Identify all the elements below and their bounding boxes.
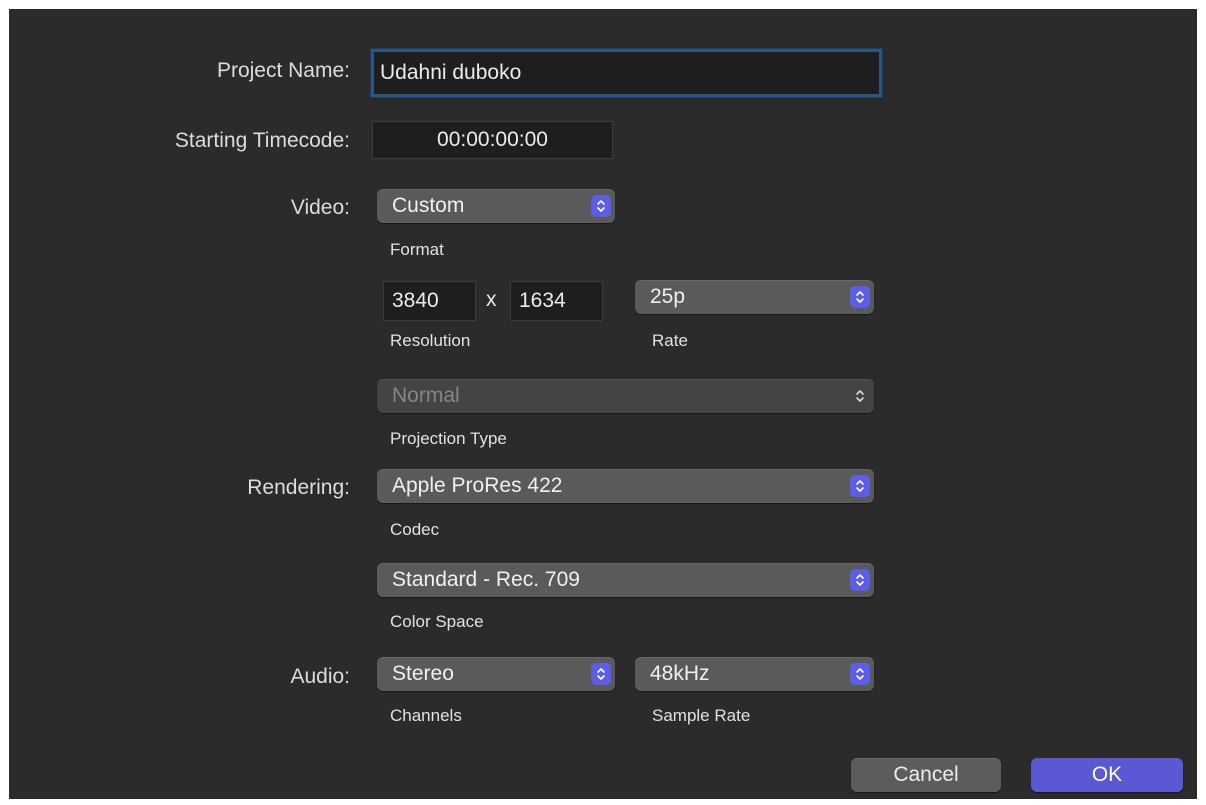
audio-label: Audio: xyxy=(290,665,350,688)
projection-type-popup[interactable]: Normal xyxy=(377,379,874,413)
sample-rate-value: 48kHz xyxy=(650,662,710,685)
project-name-label: Project Name: xyxy=(216,59,350,82)
project-name-value: Udahni duboko xyxy=(380,61,522,84)
codec-value: Apple ProRes 422 xyxy=(392,474,563,497)
rate-caption: Rate xyxy=(652,331,688,350)
channels-caption: Channels xyxy=(390,706,462,725)
rate-value: 25p xyxy=(650,285,686,308)
sample-rate-popup[interactable]: 48kHz xyxy=(635,657,874,691)
cancel-button[interactable]: Cancel xyxy=(851,758,1001,792)
starting-timecode-field[interactable]: 00:00:00:00 xyxy=(372,121,613,159)
updown-chevron-icon xyxy=(591,195,611,217)
channels-value: Stereo xyxy=(392,662,454,685)
updown-chevron-icon xyxy=(850,385,870,407)
updown-chevron-icon xyxy=(850,286,870,308)
resolution-height-value: 1634 xyxy=(519,289,566,312)
resolution-width-value: 3840 xyxy=(392,289,439,312)
rendering-label: Rendering: xyxy=(247,476,350,499)
sample-rate-caption: Sample Rate xyxy=(652,706,751,725)
updown-chevron-icon xyxy=(850,663,870,685)
projection-type-value: Normal xyxy=(392,384,460,407)
resolution-separator: x xyxy=(486,288,497,311)
updown-chevron-icon xyxy=(591,663,611,685)
rate-popup[interactable]: 25p xyxy=(635,280,874,314)
resolution-caption: Resolution xyxy=(390,331,471,350)
video-format-popup[interactable]: Custom xyxy=(377,189,615,223)
updown-chevron-icon xyxy=(850,569,870,591)
projection-type-caption: Projection Type xyxy=(390,429,507,448)
project-settings-dialog: Project Name: Udahni duboko Starting Tim… xyxy=(9,9,1197,799)
video-label: Video: xyxy=(290,196,350,219)
starting-timecode-value: 00:00:00:00 xyxy=(437,128,548,151)
format-caption: Format xyxy=(390,240,444,259)
project-name-field[interactable]: Udahni duboko xyxy=(371,49,882,97)
updown-chevron-icon xyxy=(850,475,870,497)
codec-caption: Codec xyxy=(390,520,440,539)
starting-timecode-label: Starting Timecode: xyxy=(174,129,350,152)
color-space-caption: Color Space xyxy=(390,612,484,631)
video-format-value: Custom xyxy=(392,194,465,217)
codec-popup[interactable]: Apple ProRes 422 xyxy=(377,469,874,503)
resolution-width-field[interactable]: 3840 xyxy=(383,281,476,321)
resolution-height-field[interactable]: 1634 xyxy=(510,281,603,321)
channels-popup[interactable]: Stereo xyxy=(377,657,615,691)
ok-button[interactable]: OK xyxy=(1031,758,1183,792)
color-space-popup[interactable]: Standard - Rec. 709 xyxy=(377,563,874,597)
color-space-value: Standard - Rec. 709 xyxy=(392,568,580,591)
